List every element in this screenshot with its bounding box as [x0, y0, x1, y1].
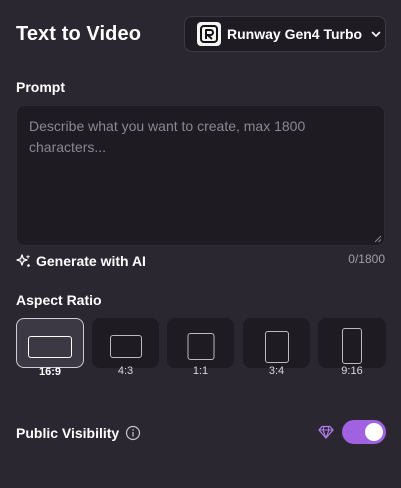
- runway-logo-icon: [197, 22, 221, 46]
- generate-with-ai-button[interactable]: Generate with AI: [16, 251, 146, 271]
- sparkles-icon: [16, 253, 32, 269]
- aspect-ratio-label: Aspect Ratio: [16, 292, 102, 308]
- info-icon[interactable]: [125, 425, 141, 441]
- aspect-ratio-9-16[interactable]: 9:16: [318, 318, 386, 377]
- public-visibility-label: Public Visibility: [16, 425, 120, 441]
- ratio-4-3-icon: [109, 335, 142, 358]
- ratio-1-1-label: 1:1: [192, 365, 209, 377]
- ratio-1-1-icon: [187, 333, 214, 360]
- ratio-3-4-label: 3:4: [268, 365, 285, 377]
- aspect-ratio-4-3[interactable]: 4:3: [92, 318, 159, 377]
- aspect-ratio-16-9-tile[interactable]: 16:9: [16, 318, 84, 378]
- header: Text to Video Runway Gen4 Turbo: [16, 16, 386, 54]
- public-visibility-toggle[interactable]: [342, 420, 386, 444]
- character-count: 0/1800: [348, 252, 385, 266]
- aspect-ratio-1-1[interactable]: 1:1: [167, 318, 234, 377]
- ratio-16-9-label: 16:9: [38, 366, 62, 378]
- ratio-16-9-shape-icon: [28, 336, 72, 358]
- prompt-input[interactable]: [17, 106, 384, 245]
- prompt-label: Prompt: [16, 79, 65, 95]
- model-label: Runway Gen4 Turbo: [227, 26, 363, 42]
- ratio-4-3-label: 4:3: [117, 365, 134, 377]
- aspect-ratio-3-4[interactable]: 3:4: [243, 318, 310, 377]
- generate-with-ai-label: Generate with AI: [36, 253, 146, 269]
- prompt-box: [16, 105, 385, 246]
- toggle-knob: [365, 423, 383, 441]
- model-select[interactable]: Runway Gen4 Turbo: [184, 16, 386, 52]
- chevron-down-icon: [370, 28, 382, 40]
- resize-handle[interactable]: [374, 235, 382, 243]
- ratio-9-16-icon: [342, 328, 362, 364]
- public-visibility-row: Public Visibility: [16, 424, 141, 442]
- diamond-icon: [318, 424, 334, 445]
- ratio-9-16-label: 9:16: [341, 365, 363, 377]
- page-title: Text to Video: [16, 23, 142, 45]
- ratio-3-4-icon: [264, 331, 289, 363]
